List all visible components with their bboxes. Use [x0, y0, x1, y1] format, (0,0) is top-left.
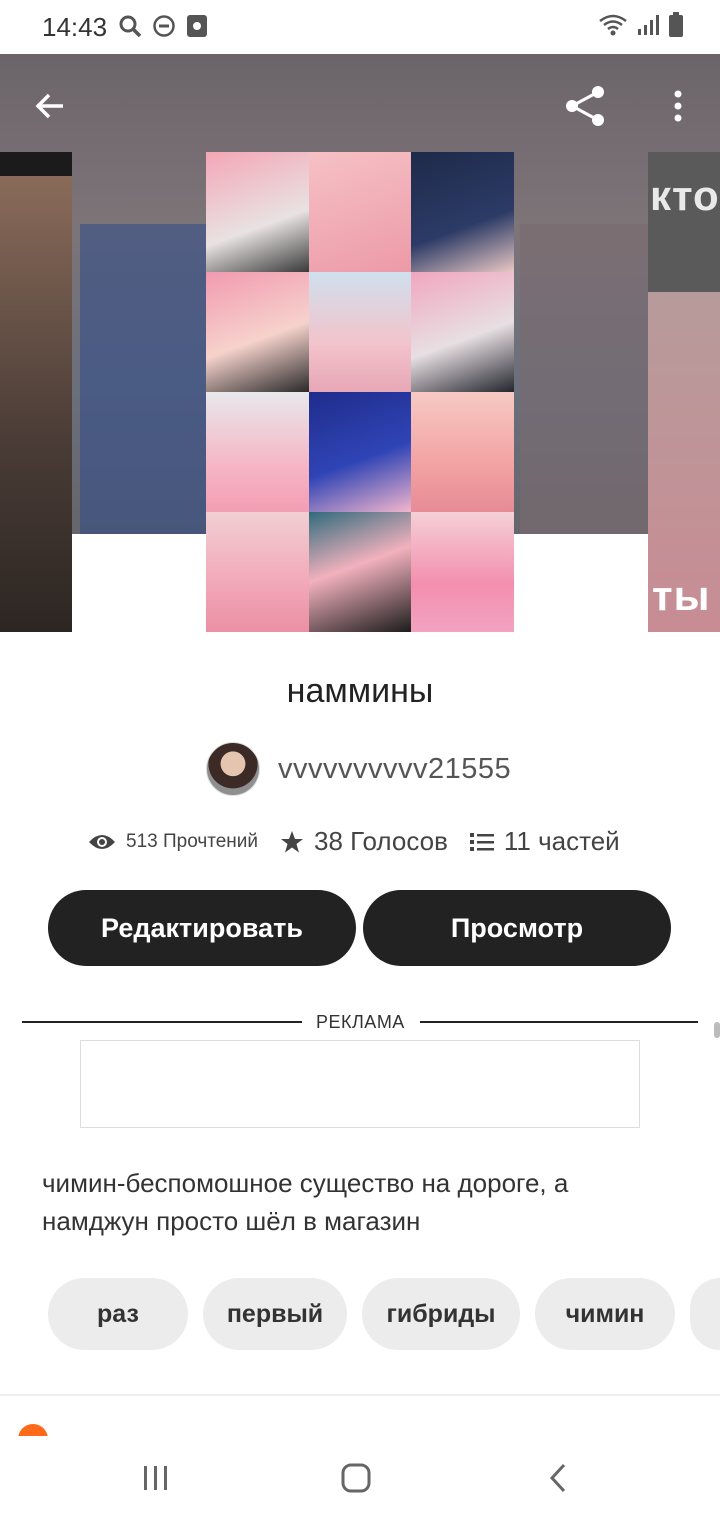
author-row[interactable]: vvvvvvvvvv21555	[206, 742, 511, 796]
more-vertical-icon	[674, 90, 682, 122]
previous-story-cover[interactable]	[0, 152, 72, 632]
preview-button[interactable]: Просмотр	[363, 890, 671, 966]
avatar[interactable]	[206, 742, 260, 796]
cover-collage-tile	[206, 272, 309, 392]
search-icon	[118, 14, 142, 44]
story-stats: 513 Прочтений 38 Голосов 11 частей	[88, 826, 620, 857]
author-name[interactable]: vvvvvvvvvv21555	[278, 753, 511, 786]
signal-icon	[636, 13, 660, 43]
tag-chip[interactable]: чимин	[535, 1278, 675, 1350]
background-blur	[80, 224, 210, 534]
story-cover-image[interactable]	[206, 152, 514, 632]
cover-collage-tile	[308, 272, 412, 392]
tag-list: раз первый гибриды чимин	[48, 1278, 720, 1350]
tag-chip[interactable]: раз	[48, 1278, 188, 1350]
recent-apps-button[interactable]	[126, 1456, 186, 1500]
cover-collage-tile	[206, 152, 309, 272]
share-button[interactable]	[558, 78, 614, 134]
cover-collage-tile	[206, 392, 309, 512]
scrollbar[interactable]	[714, 1022, 720, 1038]
edit-button[interactable]: Редактировать	[48, 890, 356, 966]
wifi-icon	[598, 13, 628, 43]
back-button[interactable]	[22, 78, 78, 134]
nav-back-icon	[549, 1463, 566, 1493]
ad-label: РЕКЛАМА	[316, 1012, 405, 1032]
list-icon	[469, 832, 494, 851]
cover-text: кто	[650, 172, 720, 219]
cover-collage-tile	[411, 152, 514, 272]
ad-placeholder[interactable]	[80, 1040, 640, 1128]
cover-collage-tile	[206, 512, 309, 632]
eye-icon	[89, 834, 115, 849]
system-navigation-bar	[0, 1436, 720, 1520]
star-icon	[281, 830, 304, 852]
home-icon	[341, 1463, 371, 1493]
home-button[interactable]	[326, 1456, 386, 1500]
cover-collage-tile	[411, 392, 514, 512]
tag-chip[interactable]	[690, 1278, 720, 1350]
dnd-icon	[152, 14, 176, 44]
tag-chip[interactable]: первый	[203, 1278, 347, 1350]
next-story-cover[interactable]: кто ты н	[648, 152, 720, 632]
share-icon	[566, 86, 604, 126]
parts-count: 11 частей	[503, 826, 620, 856]
status-icons-left	[118, 14, 208, 44]
nav-back-button[interactable]	[528, 1456, 588, 1500]
reads-count: 513 Прочтений	[126, 830, 259, 852]
story-title: наммины	[286, 672, 434, 710]
cover-text: ты н	[652, 572, 711, 632]
background-blur	[520, 224, 650, 534]
status-icons-right	[598, 12, 684, 44]
ad-divider	[22, 1021, 302, 1023]
section-divider	[0, 1394, 720, 1396]
cover-collage-tile	[308, 392, 412, 512]
story-description: чимин-беспомошное существо на дороге, а …	[42, 1168, 569, 1236]
more-options-button[interactable]	[650, 78, 706, 134]
battery-icon	[668, 12, 684, 44]
status-time: 14:43	[42, 12, 108, 42]
cover-collage-tile	[411, 512, 514, 632]
cover-collage-tile	[411, 272, 514, 392]
cover-collage-tile	[308, 512, 412, 632]
recent-apps-icon	[144, 1466, 167, 1490]
parts-stat: 11 частей	[469, 826, 620, 857]
cover-collage-tile	[308, 152, 412, 272]
reads-stat: 513 Прочтений	[88, 831, 258, 853]
tag-chip[interactable]: гибриды	[362, 1278, 520, 1350]
votes-count: 38 Голосов	[314, 826, 448, 856]
arrow-left-icon	[35, 93, 63, 119]
status-bar: 14:43	[0, 0, 720, 54]
screenshot-icon	[186, 14, 208, 44]
votes-stat: 38 Голосов	[280, 826, 448, 857]
ad-divider	[420, 1021, 698, 1023]
